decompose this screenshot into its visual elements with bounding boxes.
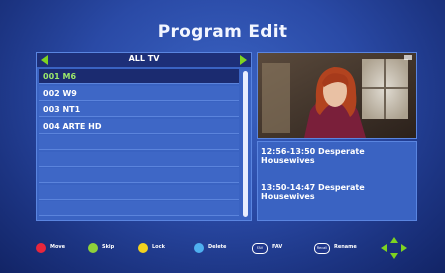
channel-group-header: ALL TV bbox=[37, 53, 251, 67]
recall-button-icon: Recall bbox=[314, 243, 330, 254]
channel-row[interactable]: 003 NT1 bbox=[39, 102, 239, 117]
channel-list: 001 M6 002 W9 003 NT1 004 ARTE HD bbox=[39, 69, 239, 218]
lock-key[interactable]: Lock bbox=[138, 243, 188, 253]
skip-label: Skip bbox=[102, 244, 115, 250]
move-key[interactable]: Move bbox=[36, 243, 86, 253]
blue-button-icon bbox=[194, 243, 204, 253]
channel-row[interactable] bbox=[39, 151, 239, 167]
channel-row[interactable]: 001 M6 bbox=[39, 69, 239, 84]
channel-list-panel: ALL TV 001 M6 002 W9 003 NT1 004 ARTE HD bbox=[36, 52, 252, 221]
epg-time: 12:56-13:50 bbox=[261, 147, 316, 156]
yellow-button-icon bbox=[138, 243, 148, 253]
channel-row[interactable] bbox=[39, 201, 239, 216]
page-title: Program Edit bbox=[157, 22, 288, 42]
epg-time: 13:50-14:47 bbox=[261, 183, 316, 192]
program-edit-screen: Program Edit ALL TV 001 M6 002 W9 003 NT… bbox=[0, 0, 445, 273]
rename-label: Rename bbox=[334, 244, 357, 250]
epg-info-panel: 12:56-13:50 Desperate Housewives 13:50-1… bbox=[257, 141, 417, 221]
channel-row[interactable] bbox=[39, 184, 239, 200]
delete-key[interactable]: Delete bbox=[194, 243, 250, 253]
channel-group-name: ALL TV bbox=[128, 54, 160, 63]
rename-key[interactable]: Recall Rename bbox=[314, 243, 378, 254]
channel-row[interactable] bbox=[39, 168, 239, 183]
arrow-left-icon[interactable] bbox=[41, 55, 48, 65]
lock-label: Lock bbox=[152, 244, 165, 250]
channel-row[interactable] bbox=[39, 135, 239, 150]
fav-key[interactable]: FAV FAV bbox=[252, 243, 302, 254]
channel-row[interactable]: 004 ARTE HD bbox=[39, 118, 239, 134]
delete-label: Delete bbox=[208, 244, 227, 250]
move-label: Move bbox=[50, 244, 66, 250]
green-button-icon bbox=[88, 243, 98, 253]
epg-item: 13:50-14:47 Desperate Housewives bbox=[261, 183, 411, 201]
channel-list-scrollbar[interactable] bbox=[243, 71, 248, 217]
arrow-right-icon[interactable] bbox=[240, 55, 247, 65]
red-button-icon bbox=[36, 243, 46, 253]
video-preview-image bbox=[258, 53, 416, 138]
skip-key[interactable]: Skip bbox=[88, 243, 138, 253]
epg-item: 12:56-13:50 Desperate Housewives bbox=[261, 147, 411, 165]
scrollbar-thumb[interactable] bbox=[243, 71, 248, 217]
video-preview bbox=[257, 52, 417, 139]
fav-button-icon: FAV bbox=[252, 243, 268, 254]
fav-label: FAV bbox=[272, 244, 283, 250]
navigation-arrows-icon bbox=[381, 237, 407, 259]
footer-help-bar: Move Skip Lock Delete FAV FAV Recall Ren… bbox=[36, 237, 416, 259]
channel-row[interactable]: 002 W9 bbox=[39, 85, 239, 101]
